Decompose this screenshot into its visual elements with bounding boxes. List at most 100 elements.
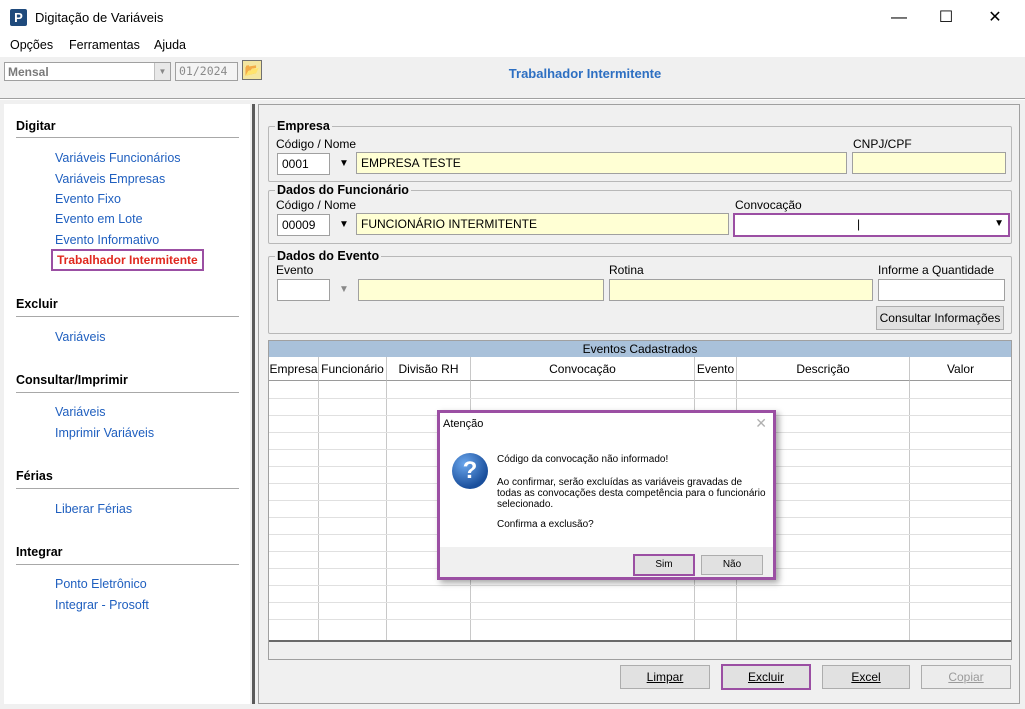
maximize-button[interactable]: ☐ [923,0,969,35]
open-folder-icon[interactable]: 📂 [242,60,262,80]
sim-button[interactable]: Sim [633,554,695,576]
question-icon: ? [452,453,488,489]
close-icon[interactable]: ✕ [755,415,767,432]
chevron-down-icon[interactable]: ▼ [154,63,170,80]
sidebar-item-consultar-variaveis[interactable]: Variáveis [55,405,105,419]
grid-footer [269,640,1011,659]
column-header-convocacao[interactable]: Convocação [471,357,695,381]
sidebar-section-digitar: Digitar [16,119,56,133]
excel-button[interactable]: Excel [822,665,910,689]
grid-caption: Eventos Cadastrados [269,341,1011,357]
sidebar-item-integrar-prosoft[interactable]: Integrar - Prosoft [55,598,149,612]
sidebar-item-liberar-ferias[interactable]: Liberar Férias [55,502,132,516]
column-header-empresa[interactable]: Empresa [269,357,319,381]
copiar-button[interactable]: Copiar [921,665,1011,689]
evento-label: Evento [276,263,314,277]
divider [16,488,239,489]
empresa-legend: Empresa [275,119,332,133]
splitter[interactable] [252,104,255,704]
sidebar-item-variaveis-empresas[interactable]: Variáveis Empresas [55,172,165,186]
quantidade-input[interactable] [878,279,1005,301]
empresa-name-field[interactable]: EMPRESA TESTE [356,152,847,174]
rotina-label: Rotina [609,263,644,277]
sidebar-item-trabalhador-intermitente[interactable]: Trabalhador Intermitente [51,249,204,271]
funcionario-legend: Dados do Funcionário [275,183,411,197]
funcionario-name-field[interactable]: FUNCIONÁRIO INTERMITENTE [356,213,729,235]
excel-label: Excel [851,670,881,684]
confirm-dialog: Atenção ✕ ? Código da convocação não inf… [437,410,776,580]
sidebar-item-excluir-variaveis[interactable]: Variáveis [55,330,105,344]
column-header-funcionario[interactable]: Funcionário [319,357,387,381]
grid-row-line [269,619,1011,620]
sidebar-section-ferias: Férias [16,469,53,483]
empresa-code-field[interactable]: 0001 [277,153,330,175]
close-button[interactable]: ✕ [972,0,1018,35]
excluir-button[interactable]: Excluir [721,664,811,690]
divider [16,137,239,138]
period-value: Mensal [8,65,49,79]
grid-row-line [269,585,1011,586]
column-header-divisao-rh[interactable]: Divisão RH [387,357,471,381]
sidebar-item-imprimir-variaveis[interactable]: Imprimir Variáveis [55,426,154,440]
sidebar-item-variaveis-funcionarios[interactable]: Variáveis Funcionários [55,151,181,165]
sidebar-section-excluir: Excluir [16,297,58,311]
dialog-button-bar: Sim Não [440,547,773,577]
sidebar: Digitar Variáveis Funcionários Variáveis… [4,104,250,704]
menu-bar: Opções Ferramentas Ajuda [0,35,1025,57]
dialog-message-title: Código da convocação não informado! [497,454,669,465]
divider [16,392,239,393]
divider [16,316,239,317]
divider [0,98,1025,100]
title-bar: P Digitação de Variáveis — ☐ ✕ [0,0,1025,35]
dialog-body: ? Código da convocação não informado! Ao… [440,435,773,547]
menu-ferramentas[interactable]: Ferramentas [69,38,140,52]
sidebar-item-evento-informativo[interactable]: Evento Informativo [55,233,159,247]
column-header-evento[interactable]: Evento [695,357,737,381]
convocacao-label: Convocação [735,198,802,212]
competence-input[interactable]: 01/2024 [175,62,238,81]
page-title: Trabalhador Intermitente [508,66,662,81]
column-header-valor[interactable]: Valor [910,357,1011,381]
evento-description-field[interactable] [358,279,604,301]
menu-ajuda[interactable]: Ajuda [154,38,186,52]
chevron-down-icon[interactable]: ▼ [994,218,1004,229]
quantidade-label: Informe a Quantidade [878,263,995,277]
grid-row-line [269,602,1011,603]
funcionario-code-field[interactable]: 00009 [277,214,330,236]
text-cursor: | [857,217,861,231]
sidebar-item-evento-fixo[interactable]: Evento Fixo [55,192,121,206]
sidebar-section-consultar: Consultar/Imprimir [16,373,128,387]
dialog-message-body: Ao confirmar, serão excluídas as variáve… [497,477,766,510]
dialog-title: Atenção [443,418,484,430]
cnpj-label: CNPJ/CPF [853,137,912,151]
divider [16,564,239,565]
minimize-button[interactable]: — [876,0,922,35]
sidebar-item-evento-em-lote[interactable]: Evento em Lote [55,212,143,226]
consultar-informacoes-button[interactable]: Consultar Informações [876,306,1004,330]
sidebar-section-integrar: Integrar [16,545,63,559]
period-select[interactable]: Mensal ▼ [4,62,171,81]
empresa-code-label: Código / Nome [276,137,357,151]
dialog-title-bar: Atenção ✕ [440,413,773,435]
evento-code-field[interactable] [277,279,330,301]
menu-opcoes[interactable]: Opções [10,38,53,52]
limpar-button[interactable]: Limpar [620,665,710,689]
copiar-label: Copiar [948,670,984,684]
grid-row-line [269,398,1011,399]
evento-legend: Dados do Evento [275,249,382,263]
funcionario-code-label: Código / Nome [276,198,357,212]
rotina-field[interactable] [609,279,873,301]
chevron-down-icon[interactable]: ▼ [333,153,355,175]
chevron-down-icon[interactable]: ▼ [333,214,355,236]
column-header-descricao[interactable]: Descrição [737,357,910,381]
app-logo-icon: P [10,9,27,26]
chevron-down-icon[interactable]: ▼ [333,279,355,301]
window-title: Digitação de Variáveis [35,10,164,25]
convocacao-select[interactable]: | ▼ [733,213,1010,237]
sidebar-item-ponto-eletronico[interactable]: Ponto Eletrônico [55,577,147,591]
nao-button[interactable]: Não [701,555,763,575]
excluir-label: Excluir [747,670,784,684]
cnpj-field[interactable] [852,152,1006,174]
dialog-message-question: Confirma a exclusão? [497,519,594,530]
limpar-label: Limpar [646,670,684,684]
